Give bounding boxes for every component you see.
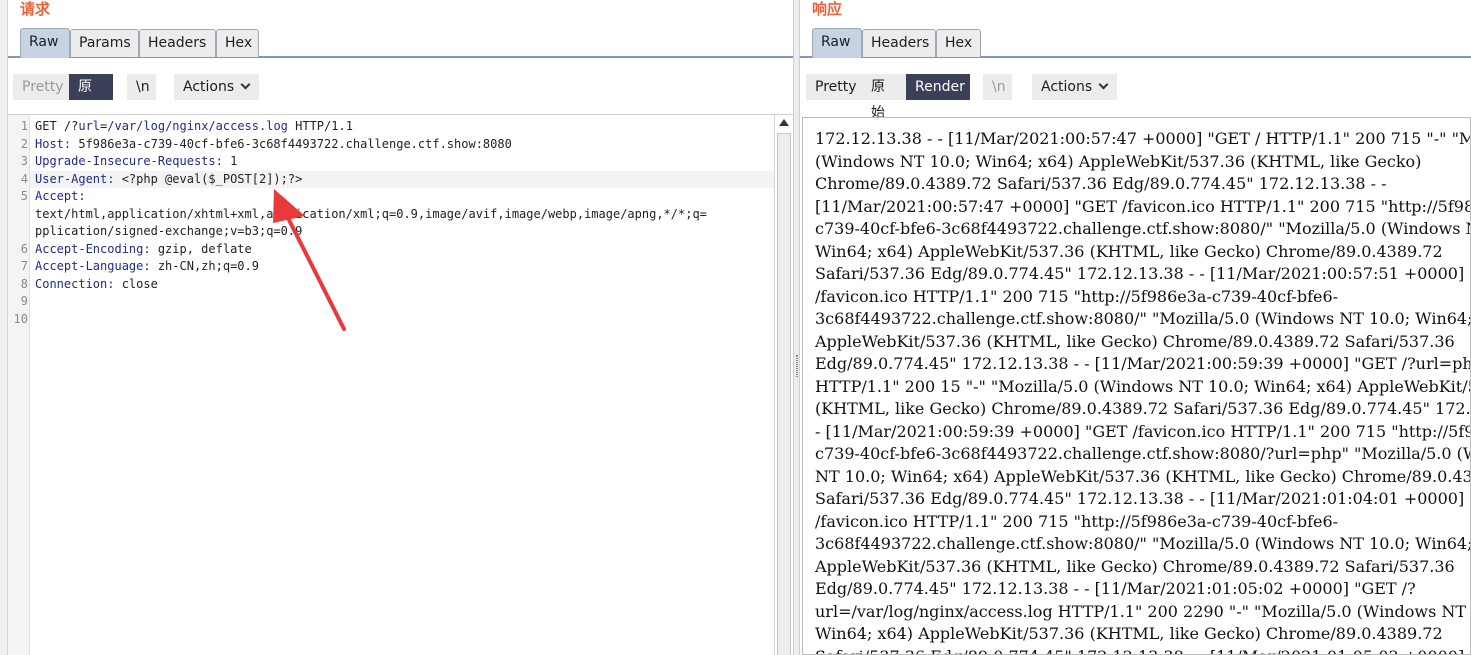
response-text-line: /favicon.ico HTTP/1.1" 200 715 "http://5…: [815, 286, 1339, 306]
annotation-arrow: [273, 189, 346, 331]
splitter-grip-icon[interactable]: [796, 355, 798, 377]
background-strip: [0, 0, 8, 655]
response-text-line: (Windows NT 10.0; Win64; x64) AppleWebKi…: [815, 151, 1422, 171]
response-text-line: AppleWebKit/537.36 (KHTML, like Gecko) C…: [815, 331, 1455, 351]
tab-raw[interactable]: Raw: [20, 28, 70, 58]
panel-splitter[interactable]: [793, 0, 800, 655]
response-text-line: AppleWebKit/537.36 (KHTML, like Gecko) C…: [815, 556, 1455, 576]
response-text-line: Win64; x64) AppleWebKit/537.36 (KHTML, l…: [815, 624, 1443, 643]
response-text-line: 3c68f4493722.challenge.ctf.show:8080/" "…: [815, 309, 1471, 328]
response-text-line: 172.12.13.38 - - [11/Mar/2021:00:57:47 +…: [815, 129, 1470, 148]
response-render-view[interactable]: 172.12.13.38 - - [11/Mar/2021:00:57:47 +…: [802, 117, 1471, 655]
scroll-up-icon[interactable]: [779, 119, 789, 126]
tab-params[interactable]: Params: [70, 29, 139, 57]
render-view-button[interactable]: Render: [906, 74, 970, 100]
response-text-line: Safari/537.36 Edg/89.0.774.45" 172.12.13…: [815, 264, 1471, 283]
response-text-line: - [11/Mar/2021:00:59:39 +0000] "GET /fav…: [815, 421, 1471, 441]
response-text-line: c739-40cf-bfe6-3c68f4493722.challenge.ct…: [815, 444, 1471, 463]
response-text-line: c739-40cf-bfe6-3c68f4493722.challenge.ct…: [815, 219, 1471, 238]
tab-hex[interactable]: Hex: [936, 29, 981, 57]
burp-repeater-window: 请求 Raw Params Headers Hex Pretty 原始 \n A…: [0, 0, 1471, 655]
scrollbar-thumb[interactable]: [777, 133, 791, 655]
response-text-line: Chrome/89.0.4389.72 Safari/537.36 Edg/89…: [815, 174, 1387, 193]
response-text-line: url=/var/log/nginx/access.log HTTP/1.1" …: [815, 601, 1471, 621]
request-toolbar: Pretty 原始 \n Actions: [8, 58, 793, 121]
request-panel-title: 请求: [20, 0, 51, 18]
request-panel: 请求 Raw Params Headers Hex Pretty 原始 \n A…: [8, 0, 793, 655]
editor-scrollbar[interactable]: [774, 115, 793, 655]
actions-dropdown[interactable]: Actions: [1032, 74, 1117, 100]
raw-view-button[interactable]: 原始: [862, 74, 906, 121]
actions-label: Actions: [183, 79, 235, 95]
newline-toggle-button[interactable]: \n: [983, 74, 1012, 100]
response-toolbar: Pretty 原始 Render \n Actions: [800, 58, 1471, 121]
response-tab-row: Raw Headers Hex: [800, 28, 1471, 58]
newline-toggle-button[interactable]: \n: [127, 74, 156, 100]
response-text-line: (KHTML, like Gecko) Chrome/89.0.4389.72 …: [815, 399, 1471, 418]
response-text-line: Safari/537.36 Edg/89.0.774.45" 172.12.13…: [815, 646, 1470, 655]
raw-view-button[interactable]: 原始: [69, 74, 113, 121]
response-text-line: [11/Mar/2021:00:57:47 +0000] "GET /favic…: [815, 196, 1471, 216]
response-text-line: /favicon.ico HTTP/1.1" 200 715 "http://5…: [815, 511, 1339, 531]
response-text-line: Edg/89.0.774.45" 172.12.13.38 - - [11/Ma…: [815, 579, 1416, 598]
chevron-down-icon: [240, 79, 251, 90]
response-panel: 响应 Raw Headers Hex Pretty 原始 Render \n A…: [800, 0, 1471, 655]
request-editor[interactable]: 1 GET /?url=/var/log/nginx/access.log HTT…: [8, 114, 793, 655]
response-text-line: Win64; x64) AppleWebKit/537.36 (KHTML, l…: [815, 241, 1443, 261]
response-text-line: NT 10.0; Win64; x64) AppleWebKit/537.36 …: [815, 466, 1471, 486]
tab-headers[interactable]: Headers: [862, 29, 936, 57]
response-text-line: HTTP/1.1" 200 15 "-" "Mozilla/5.0 (Windo…: [815, 376, 1471, 396]
tab-hex[interactable]: Hex: [216, 29, 259, 57]
chevron-down-icon: [1098, 79, 1109, 90]
tab-headers[interactable]: Headers: [139, 29, 216, 57]
tab-raw[interactable]: Raw: [812, 28, 862, 58]
response-panel-title: 响应: [812, 0, 843, 18]
actions-label: Actions: [1041, 79, 1093, 95]
response-text-line: Safari/537.36 Edg/89.0.774.45" 172.12.13…: [815, 489, 1471, 508]
pretty-button[interactable]: Pretty: [806, 74, 862, 100]
response-text-line: 3c68f4493722.challenge.ctf.show:8080/" "…: [815, 534, 1471, 553]
response-text-line: Edg/89.0.774.45" 172.12.13.38 - - [11/Ma…: [815, 354, 1471, 373]
request-tab-row: Raw Params Headers Hex: [8, 28, 793, 58]
pretty-button[interactable]: Pretty: [13, 74, 69, 100]
actions-dropdown[interactable]: Actions: [174, 74, 259, 100]
